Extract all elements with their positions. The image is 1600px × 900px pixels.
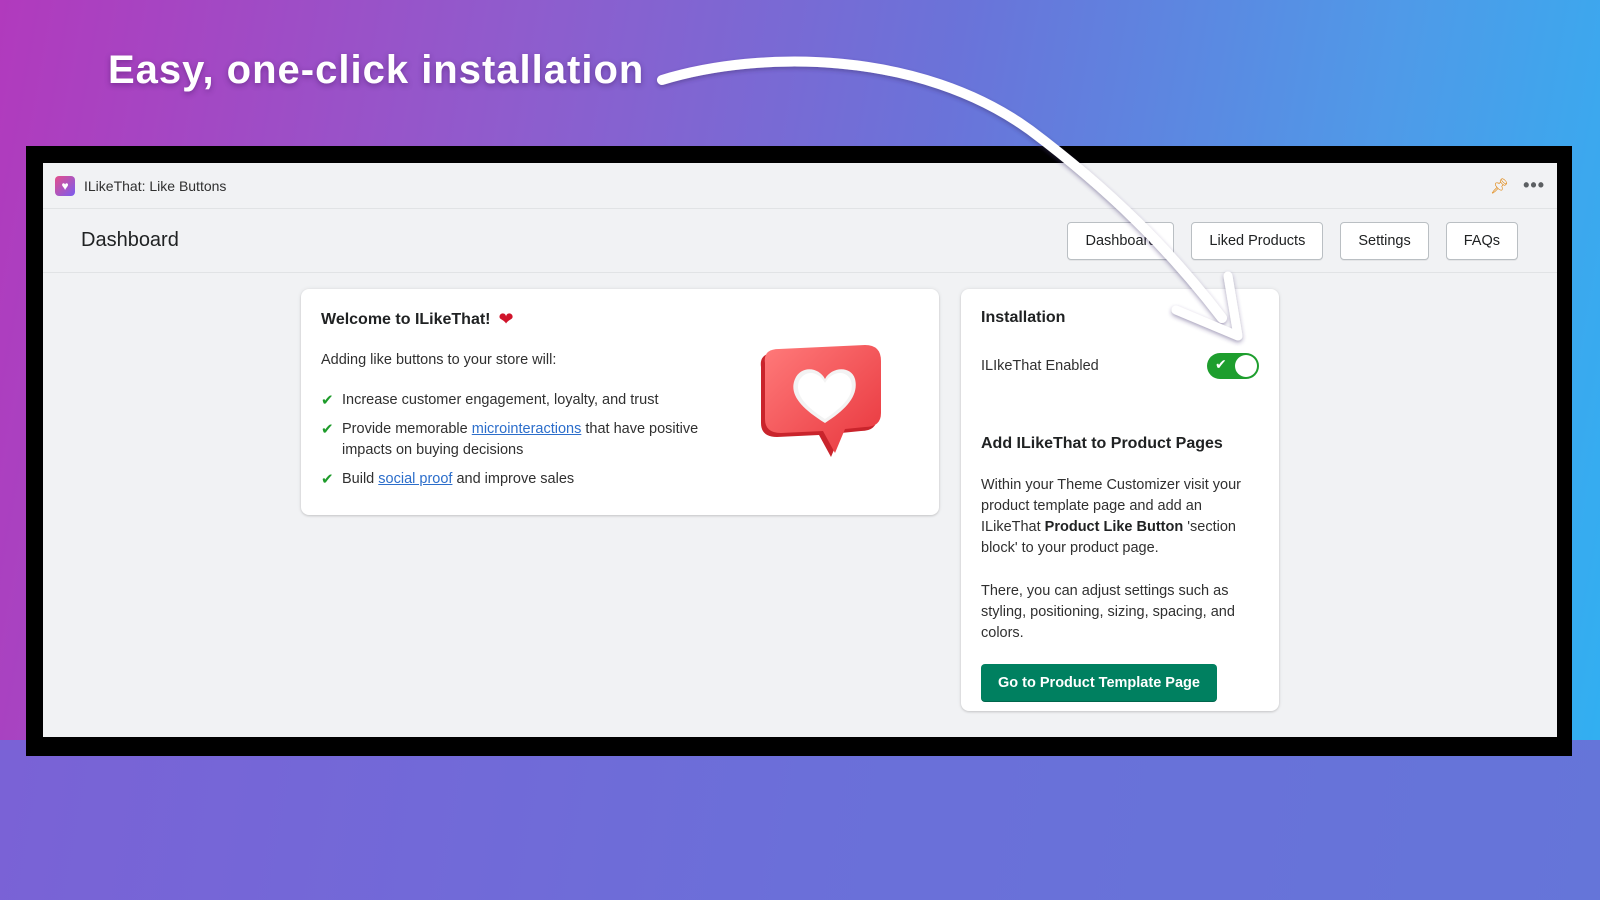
- benefit-text: Increase customer engagement, loyalty, a…: [342, 392, 659, 408]
- nav-settings-button[interactable]: Settings: [1340, 221, 1429, 260]
- installation-title: Installation: [981, 309, 1066, 326]
- heart-chat-icon: ♥: [55, 175, 75, 196]
- check-icon: ✔: [321, 471, 334, 488]
- heart-icon: ❤: [498, 309, 514, 329]
- enable-toggle-label: ILIkeThat Enabled: [981, 358, 1099, 374]
- nav-dashboard-button[interactable]: Dashboard: [1067, 221, 1175, 260]
- check-icon: ✔: [321, 421, 334, 438]
- welcome-card: Welcome to ILikeThat! ❤ Adding like butt…: [301, 289, 939, 515]
- background-lower: [0, 740, 1600, 900]
- nav-faqs-button[interactable]: FAQs: [1445, 221, 1518, 260]
- product-pages-title: Add ILikeThat to Product Pages: [981, 435, 1223, 452]
- enable-toggle[interactable]: ✔: [1207, 353, 1259, 379]
- benefit-item: ✔ Build social proof and improve sales: [321, 469, 711, 490]
- promo-headline: Easy, one-click installation: [108, 48, 645, 92]
- nav-liked-products-button[interactable]: Liked Products: [1191, 221, 1324, 260]
- installation-card: Installation ILIkeThat Enabled ✔ Add ILi…: [961, 289, 1279, 711]
- enable-toggle-row: ILIkeThat Enabled ✔: [981, 353, 1259, 379]
- app-titlebar: ♥ ILikeThat: Like Buttons 📌︎ •••: [43, 163, 1557, 209]
- check-icon: ✔: [321, 392, 334, 409]
- more-icon[interactable]: •••: [1523, 175, 1545, 196]
- benefit-item: ✔ Increase customer engagement, loyalty,…: [321, 390, 711, 411]
- app-name: ILikeThat: Like Buttons: [84, 177, 227, 194]
- benefit-text: Provide memorable microinteractions that…: [342, 421, 699, 458]
- page-header: Dashboard Dashboard Liked Products Setti…: [43, 209, 1557, 273]
- instructions-text: Within your Theme Customizer visit your …: [981, 477, 1242, 556]
- welcome-title-text: Welcome to ILikeThat!: [321, 310, 491, 328]
- nav-buttons: Dashboard Liked Products Settings FAQs: [1067, 221, 1518, 260]
- toggle-knob: [1235, 355, 1257, 377]
- settings-text: There, you can adjust settings such as s…: [981, 583, 1235, 641]
- like-bubble-illustration: [760, 345, 881, 457]
- page-title: Dashboard: [81, 229, 179, 251]
- benefit-item: ✔ Provide memorable microinteractions th…: [321, 419, 711, 461]
- microinteractions-link[interactable]: microinteractions: [472, 421, 582, 437]
- check-icon: ✔: [1215, 356, 1227, 372]
- app-window: ♥ ILikeThat: Like Buttons 📌︎ ••• Dashboa…: [43, 163, 1557, 737]
- benefits-list: ✔ Increase customer engagement, loyalty,…: [321, 390, 711, 490]
- pin-icon[interactable]: 📌︎: [1490, 177, 1509, 195]
- benefit-text: Build social proof and improve sales: [342, 471, 575, 487]
- social-proof-link[interactable]: social proof: [378, 471, 452, 487]
- welcome-title: Welcome to ILikeThat! ❤: [321, 309, 919, 330]
- go-to-product-template-button[interactable]: Go to Product Template Page: [981, 664, 1217, 702]
